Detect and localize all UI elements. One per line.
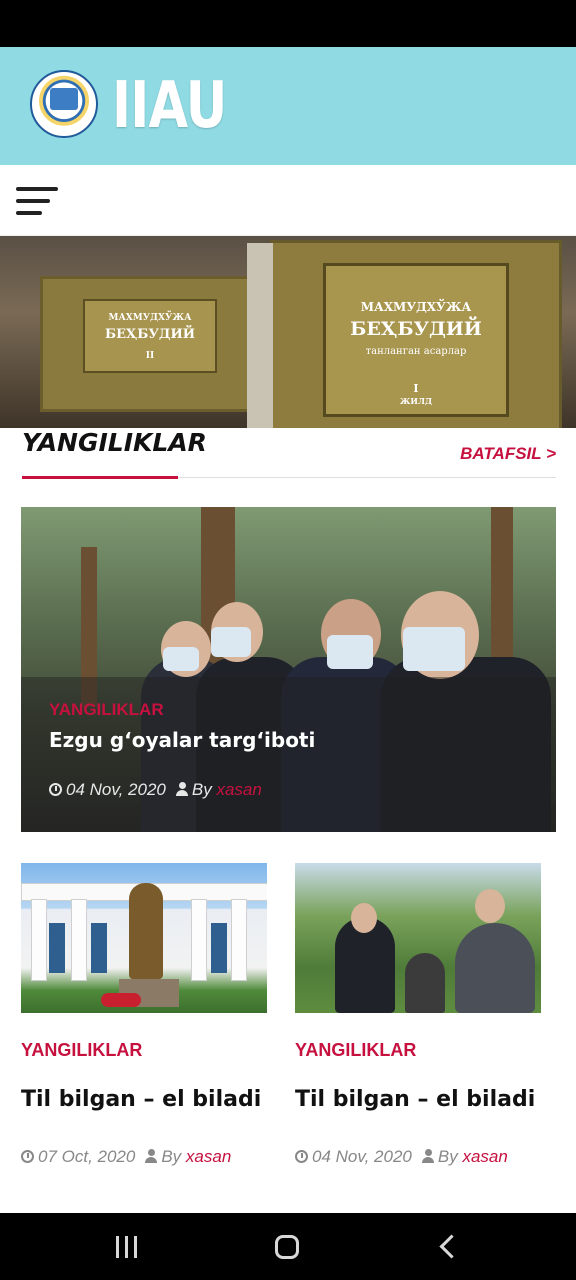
card-by: By bbox=[437, 1147, 458, 1166]
featured-category[interactable]: YANGILIKLAR bbox=[49, 700, 164, 720]
featured-by: By bbox=[191, 780, 212, 799]
card-image[interactable] bbox=[295, 863, 541, 1013]
card-meta: 04 Nov, 2020 By xasan bbox=[295, 1147, 508, 1167]
user-icon bbox=[145, 1149, 158, 1163]
featured-meta: 04 Nov, 2020 By xasan bbox=[49, 780, 262, 800]
card-by: By bbox=[161, 1147, 182, 1166]
card-author[interactable]: xasan bbox=[186, 1147, 231, 1166]
user-icon bbox=[421, 1149, 434, 1163]
site-title[interactable]: IIAU bbox=[112, 66, 227, 146]
card-date: 04 Nov, 2020 bbox=[312, 1147, 412, 1166]
book-image-small: МАХМУДХЎЖА БЕҲБУДИЙ II bbox=[40, 276, 256, 412]
featured-author[interactable]: xasan bbox=[216, 780, 261, 799]
card-date: 07 Oct, 2020 bbox=[38, 1147, 136, 1166]
site-logo[interactable] bbox=[30, 70, 98, 138]
clock-icon bbox=[21, 1150, 34, 1163]
card-title[interactable]: Til bilgan – el biladi bbox=[21, 1087, 261, 1112]
featured-date: 04 Nov, 2020 bbox=[66, 780, 166, 799]
recents-icon[interactable] bbox=[116, 1236, 138, 1258]
book-image-large: МАХМУДХЎЖА БЕҲБУДИЙ танланган асарлар I … bbox=[247, 240, 562, 428]
home-icon[interactable] bbox=[275, 1235, 299, 1259]
card-author[interactable]: xasan bbox=[462, 1147, 507, 1166]
status-bar bbox=[0, 0, 576, 47]
section-title: YANGILIKLAR bbox=[22, 428, 207, 457]
clock-icon bbox=[49, 783, 62, 796]
section-divider-accent bbox=[22, 476, 178, 479]
more-link[interactable]: BATAFSIL > bbox=[460, 444, 556, 464]
hamburger-menu-icon[interactable] bbox=[16, 187, 60, 217]
card-meta: 07 Oct, 2020 By xasan bbox=[21, 1147, 231, 1167]
nav-bar bbox=[0, 165, 576, 236]
clock-icon bbox=[295, 1150, 308, 1163]
user-icon bbox=[175, 782, 188, 796]
card-category[interactable]: YANGILIKLAR bbox=[21, 1040, 142, 1061]
card-image[interactable] bbox=[21, 863, 267, 1013]
featured-title[interactable]: Ezgu g‘oyalar targ‘iboti bbox=[49, 728, 315, 752]
card-category[interactable]: YANGILIKLAR bbox=[295, 1040, 416, 1061]
card-title[interactable]: Til bilgan – el biladi bbox=[295, 1087, 535, 1112]
hero-banner[interactable]: МАХМУДХЎЖА БЕҲБУДИЙ II МАХМУДХЎЖА БЕҲБУД… bbox=[0, 236, 576, 428]
